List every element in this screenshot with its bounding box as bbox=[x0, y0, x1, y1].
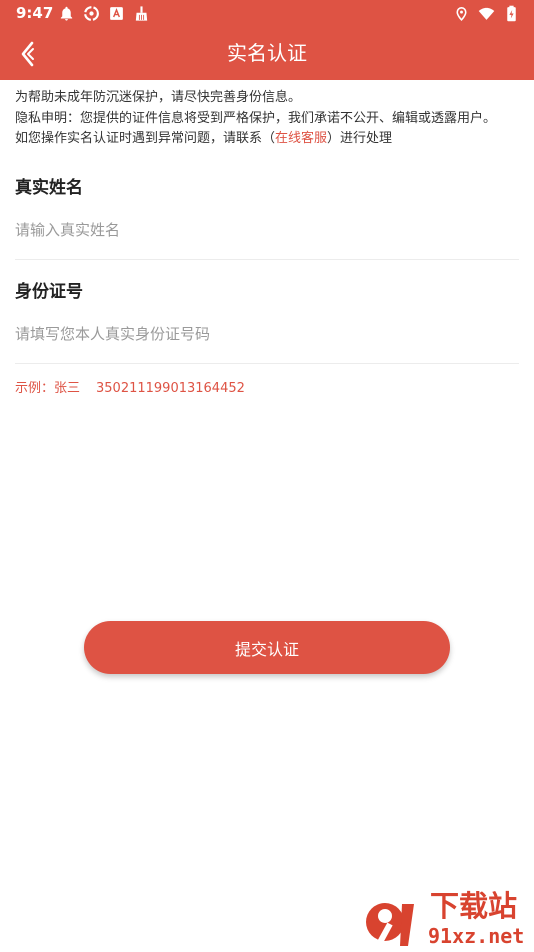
sync-icon bbox=[84, 6, 99, 21]
location-pin-icon bbox=[456, 7, 467, 21]
watermark-url: 91xz.net bbox=[428, 924, 525, 948]
status-time: 9:47 bbox=[16, 4, 54, 22]
status-right-icons bbox=[453, 5, 520, 22]
notice-line-3-prefix: 如您操作实名认证时遇到异常问题，请联系（ bbox=[15, 131, 276, 146]
notice-line-3: 如您操作实名认证时遇到异常问题，请联系（在线客服）进行处理 bbox=[15, 129, 525, 150]
submit-button[interactable]: 提交认证 bbox=[84, 621, 450, 674]
example-text: 示例：张三 350211199013164452 bbox=[15, 380, 245, 398]
notice-line-3-suffix: ）进行处理 bbox=[327, 131, 393, 146]
header-bar: 实名认证 bbox=[0, 28, 534, 80]
notice-line-1: 为帮助未成年防沉迷保护，请尽快完善身份信息。 bbox=[15, 90, 302, 105]
online-service-link[interactable]: 在线客服 bbox=[275, 131, 327, 146]
id-number-input[interactable] bbox=[15, 319, 515, 349]
page-title: 实名认证 bbox=[227, 41, 307, 65]
notice-text: 为帮助未成年防沉迷保护，请尽快完善身份信息。 隐私申明：您提供的证件信息将受到严… bbox=[15, 88, 525, 150]
status-bar: 9:47 bbox=[0, 0, 534, 28]
id-label: 身份证号 bbox=[15, 282, 83, 302]
example-label: 示例：张三 bbox=[15, 381, 81, 396]
wifi-icon bbox=[478, 7, 495, 20]
name-label: 真实姓名 bbox=[15, 178, 83, 198]
name-input[interactable] bbox=[15, 215, 515, 245]
battery-icon bbox=[507, 5, 516, 22]
status-left-icons bbox=[58, 5, 150, 22]
watermark-title: 下载站 bbox=[430, 889, 518, 923]
font-a-icon bbox=[110, 7, 123, 20]
broom-icon bbox=[135, 6, 148, 21]
watermark: 下载站 91xz.net bbox=[364, 888, 530, 950]
name-divider bbox=[15, 259, 519, 260]
watermark-logo-icon bbox=[366, 903, 414, 948]
notice-line-2: 隐私申明：您提供的证件信息将受到严格保护，我们承诺不公开、编辑或透露用户。 bbox=[15, 110, 497, 126]
example-number: 350211199013164452 bbox=[96, 381, 245, 396]
bell-icon bbox=[60, 6, 73, 21]
id-divider bbox=[15, 363, 519, 364]
